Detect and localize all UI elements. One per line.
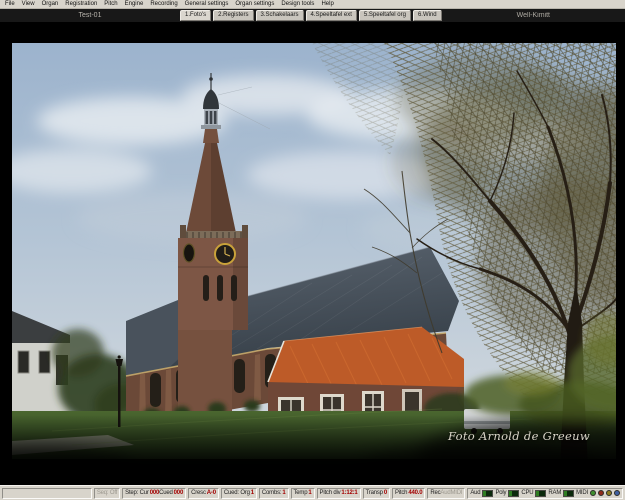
status-temperament: Temp 1 [291,488,315,499]
status-stepper: Step: Cur 000 Cued 000 [122,488,186,499]
church-photo: Foto Arnold de Greeuw [12,43,616,467]
tab-bar: Test-01 1.Foto's2.Registers3.Schakelaars… [0,9,625,22]
midi-led-1 [590,490,596,496]
tab-5-speeltafel-org[interactable]: 5.Speeltafel org [359,10,411,21]
status-transpose: Transp 0 [363,488,390,499]
status-pitch-division: Pitch div 1:12:1 [317,488,361,499]
meter-poly [508,490,519,497]
tab-bar-right-label: Well-Kimitt [442,12,625,19]
menu-view[interactable]: View [19,0,38,8]
status-crescendo: Cresc A-0 [188,488,219,499]
status-cued-organ: Cued: Org 1 [221,488,257,499]
menu-help[interactable]: Help [318,0,336,8]
photo-watermark: Foto Arnold de Greeuw [448,429,590,443]
status-bar: Seq: OffStep: Cur 000 Cued 000Cresc A-0C… [0,485,625,500]
menu-organ[interactable]: Organ [39,0,62,8]
meter-label-poly: Poly [495,490,506,496]
midi-led-3 [606,490,612,496]
status-combinations: Combs: 1 [259,488,289,499]
status-recording: Rec Aud MIDI [427,488,465,499]
tab-2-registers[interactable]: 2.Registers [213,10,253,21]
menu-registration[interactable]: Registration [62,0,100,8]
menu-organ-settings[interactable]: Organ settings [232,0,277,8]
menu-pitch[interactable]: Pitch [101,0,120,8]
status-sequencer-idle: Seq: Off [94,488,120,499]
menu-bar: FileViewOrganRegistrationPitchEngineReco… [0,0,625,9]
meter-label-aud: Aud [470,490,480,496]
tab-1-foto-s[interactable]: 1.Foto's [180,10,211,21]
meter-ram [563,490,574,497]
status-meters-cluster: Aud Poly CPU RAM MIDI [467,488,623,499]
meter-label-ram: RAM [548,490,561,496]
meter-label-cpu: CPU [521,490,533,496]
tab-bar-left-label: Test-01 [0,12,180,19]
menu-general-settings[interactable]: General settings [182,0,232,8]
status-pitch: Pitch 440.0 [392,488,425,499]
menu-design-tools[interactable]: Design tools [278,0,317,8]
menu-engine[interactable]: Engine [122,0,147,8]
church-photo-image [12,43,616,467]
midi-label: MIDI [576,490,588,496]
status-empty-area [2,488,92,499]
tab-3-schakelaars[interactable]: 3.Schakelaars [256,10,304,21]
midi-led-2 [598,490,604,496]
display-page-tabs: 1.Foto's2.Registers3.Schakelaars4.Speelt… [180,10,442,21]
midi-led-4 [614,490,620,496]
menu-recording[interactable]: Recording [147,0,180,8]
photo-stage: Foto Arnold de Greeuw [0,22,625,485]
meter-aud [482,490,493,497]
menu-file[interactable]: File [2,0,18,8]
meter-cpu [535,490,546,497]
tab-4-speeltafel-ext[interactable]: 4.Speeltafel ext [306,10,357,21]
tab-6-wind[interactable]: 6.Wind [413,10,442,21]
